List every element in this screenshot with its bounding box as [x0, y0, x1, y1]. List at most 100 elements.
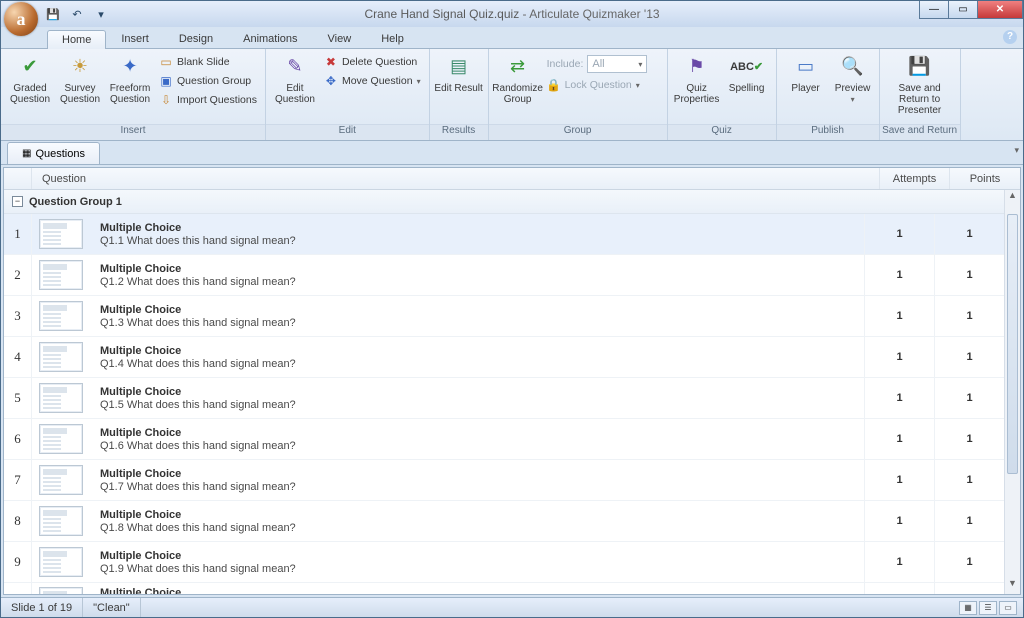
preview-button[interactable]: 🔍Preview [831, 51, 875, 105]
row-question: Multiple ChoiceQ1.1 What does this hand … [90, 214, 864, 254]
row-question: Multiple ChoiceQ1.2 What does this hand … [90, 255, 864, 295]
question-row[interactable]: 9 Multiple ChoiceQ1.9 What does this hand… [4, 542, 1004, 583]
move-question-button[interactable]: ✥Move Question [320, 72, 425, 90]
ribbon-group-save: 💾Save and Return to Presenter Save and R… [880, 49, 961, 140]
scroll-up-icon[interactable]: ▲ [1005, 190, 1020, 206]
row-points: 1 [934, 255, 1004, 295]
row-attempts: 1 [864, 337, 934, 377]
app-window: a 💾 ↶ ▾ Crane Hand Signal Quiz.quiz - Ar… [0, 0, 1024, 618]
spelling-button[interactable]: ABC✔Spelling [722, 51, 772, 94]
scroll-down-icon[interactable]: ▼ [1005, 578, 1020, 594]
view-list-icon[interactable]: ☰ [979, 601, 997, 615]
ribbon-group-group: ⇄Randomize Group Include: All 🔒Lock Ques… [489, 49, 668, 140]
question-group-header[interactable]: − Question Group 1 [4, 190, 1004, 214]
row-number: 7 [4, 460, 32, 500]
lock-question-button[interactable]: 🔒Lock Question [543, 76, 663, 94]
row-points: 1 [934, 419, 1004, 459]
randomize-group-button[interactable]: ⇄Randomize Group [493, 51, 543, 105]
save-icon[interactable]: 💾 [43, 4, 63, 24]
tab-design[interactable]: Design [164, 29, 228, 48]
row-question: Multiple ChoiceQ1.3 What does this hand … [90, 296, 864, 336]
row-points: 1 [934, 337, 1004, 377]
blank-slide-button[interactable]: ▭Blank Slide [155, 53, 261, 71]
row-attempts: 1 [864, 460, 934, 500]
view-switcher: ▦ ☰ ▭ [959, 601, 1023, 615]
help-icon[interactable]: ? [1003, 30, 1017, 44]
graded-question-button[interactable]: ✔Graded Question [5, 51, 55, 105]
undo-icon[interactable]: ↶ [67, 4, 87, 24]
column-question[interactable]: Question [32, 168, 880, 189]
freeform-question-button[interactable]: ✦Freeform Question [105, 51, 155, 105]
quiz-properties-button[interactable]: ⚑Quiz Properties [672, 51, 722, 105]
ribbon: ✔Graded Question ☀Survey Question ✦Freef… [1, 49, 1023, 141]
vertical-scrollbar[interactable]: ▲ ▼ [1004, 190, 1020, 594]
question-row[interactable]: 3 Multiple ChoiceQ1.3 What does this hand… [4, 296, 1004, 337]
app-menu-orb[interactable]: a [4, 2, 38, 36]
question-row[interactable]: 1 Multiple ChoiceQ1.1 What does this hand… [4, 214, 1004, 255]
row-thumbnail [32, 501, 90, 541]
questions-tab[interactable]: ▦Questions [7, 142, 100, 164]
row-question: Multiple ChoiceQ1.6 What does this hand … [90, 419, 864, 459]
row-number: 2 [4, 255, 32, 295]
row-thumbnail [32, 378, 90, 418]
delete-question-button[interactable]: ✖Delete Question [320, 53, 425, 71]
tab-insert[interactable]: Insert [106, 29, 164, 48]
tab-help[interactable]: Help [366, 29, 419, 48]
group-label-insert: Insert [1, 124, 265, 140]
include-combo[interactable]: All [587, 55, 647, 73]
minimize-button[interactable]: — [919, 1, 949, 19]
ribbon-tabstrip: Home Insert Design Animations View Help … [1, 27, 1023, 49]
row-number: 8 [4, 501, 32, 541]
question-row[interactable]: 6 Multiple ChoiceQ1.6 What does this hand… [4, 419, 1004, 460]
import-questions-button[interactable]: ⇩Import Questions [155, 91, 261, 109]
row-number: 6 [4, 419, 32, 459]
row-attempts: 1 [864, 542, 934, 582]
row-thumbnail [32, 255, 90, 295]
row-thumbnail [32, 419, 90, 459]
edit-question-button[interactable]: ✎Edit Question [270, 51, 320, 105]
collapse-icon[interactable]: − [12, 196, 23, 207]
question-row[interactable]: 2 Multiple ChoiceQ1.2 What does this hand… [4, 255, 1004, 296]
edit-result-button[interactable]: ▤Edit Result [434, 51, 484, 94]
include-label: Include: All [543, 53, 663, 75]
row-number: 4 [4, 337, 32, 377]
quick-access-toolbar: 💾 ↶ ▾ [43, 4, 111, 24]
qat-dropdown-icon[interactable]: ▾ [91, 4, 111, 24]
save-return-button[interactable]: 💾Save and Return to Presenter [884, 51, 956, 116]
tab-home[interactable]: Home [47, 30, 106, 49]
tab-animations[interactable]: Animations [228, 29, 312, 48]
question-row[interactable]: 4Multiple ChoiceQ1.4 What does this hand… [4, 337, 1004, 378]
ribbon-group-results: ▤Edit Result Results [430, 49, 489, 140]
player-button[interactable]: ▭Player [781, 51, 831, 94]
survey-question-button[interactable]: ☀Survey Question [55, 51, 105, 105]
question-group-button[interactable]: ▣Question Group [155, 72, 261, 90]
row-thumbnail [32, 296, 90, 336]
scroll-thumb[interactable] [1007, 214, 1018, 474]
row-attempts: 1 [864, 378, 934, 418]
question-row[interactable]: 7Multiple ChoiceQ1.7 What does this hand… [4, 460, 1004, 501]
group-label-group: Group [489, 124, 667, 140]
view-single-icon[interactable]: ▭ [999, 601, 1017, 615]
document-tabs: ▦Questions ▾ [1, 141, 1023, 165]
question-row[interactable]: 8Multiple ChoiceQ1.8 What does this hand… [4, 501, 1004, 542]
tab-view[interactable]: View [313, 29, 367, 48]
close-button[interactable]: ✕ [977, 1, 1023, 19]
row-thumbnail [32, 542, 90, 582]
row-number: 9 [4, 542, 32, 582]
question-row[interactable]: 5Multiple ChoiceQ1.5 What does this hand… [4, 378, 1004, 419]
view-grid-icon[interactable]: ▦ [959, 601, 977, 615]
row-points: 1 [934, 214, 1004, 254]
column-points[interactable]: Points [950, 168, 1020, 189]
ribbon-group-quiz: ⚑Quiz Properties ABC✔Spelling Quiz [668, 49, 777, 140]
question-row[interactable]: Multiple Choice [4, 583, 1004, 594]
tabs-expand-icon[interactable]: ▾ [1014, 145, 1019, 156]
column-attempts[interactable]: Attempts [880, 168, 950, 189]
row-question: Multiple ChoiceQ1.9 What does this hand … [90, 542, 864, 582]
row-number: 3 [4, 296, 32, 336]
row-question: Multiple ChoiceQ1.5 What does this hand … [90, 378, 864, 418]
ribbon-group-publish: ▭Player 🔍Preview Publish [777, 49, 880, 140]
maximize-button[interactable]: ▭ [948, 1, 978, 19]
group-name: Question Group 1 [29, 196, 122, 208]
row-attempts: 1 [864, 255, 934, 295]
row-points: 1 [934, 501, 1004, 541]
